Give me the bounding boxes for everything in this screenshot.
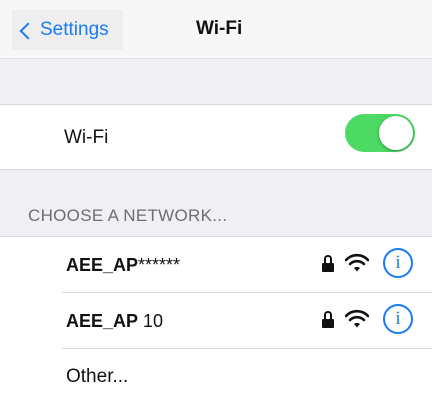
network-name: AEE_AP******	[66, 255, 181, 275]
network-list: AEE_AP****** i AEE_AP 10 i Other...	[0, 236, 432, 405]
other-network-label: Other...	[66, 366, 129, 387]
network-row[interactable]: AEE_AP****** i	[0, 237, 432, 293]
info-icon[interactable]: i	[383, 304, 413, 334]
back-button-label: Settings	[40, 19, 109, 40]
chevron-left-icon	[19, 22, 37, 39]
navigation-bar: Settings Wi-Fi	[0, 0, 432, 58]
section-header: CHOOSE A NETWORK...	[28, 206, 228, 225]
toggle-knob	[379, 116, 413, 150]
lock-icon	[322, 311, 334, 328]
wifi-toggle-label: Wi-Fi	[64, 127, 109, 148]
section-spacer	[0, 58, 432, 104]
page-title: Wi-Fi	[196, 18, 243, 39]
info-icon[interactable]: i	[383, 248, 413, 278]
wifi-toggle-switch[interactable]	[345, 114, 415, 152]
network-name: AEE_AP 10	[66, 311, 164, 331]
wifi-signal-icon	[345, 253, 369, 272]
back-button[interactable]: Settings	[12, 10, 123, 50]
network-row[interactable]: AEE_AP 10 i	[0, 293, 432, 349]
lock-icon	[322, 255, 334, 272]
wifi-signal-icon	[345, 309, 369, 328]
other-network-row[interactable]: Other...	[0, 349, 432, 405]
